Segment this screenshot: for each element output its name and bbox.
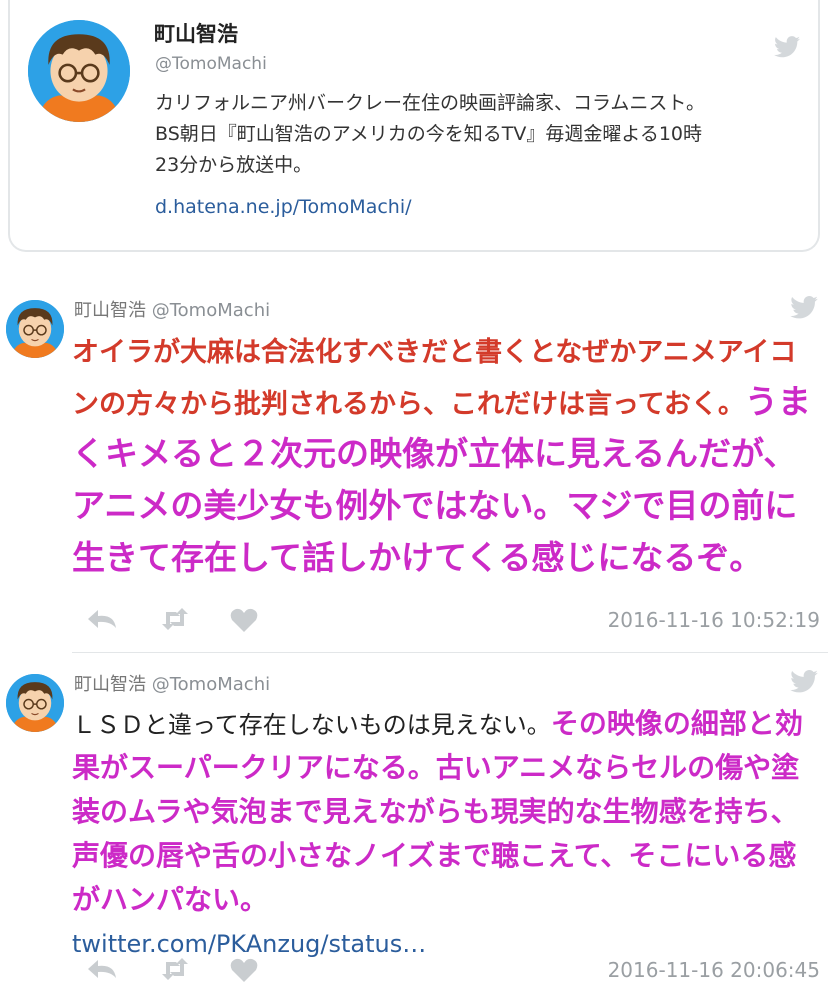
tweet-link[interactable]: twitter.com/PKAnzug/status… xyxy=(72,930,426,958)
profile-bio-line: BS朝日『町山智浩のアメリカの今を知るTV』毎週金曜よる10時 xyxy=(155,123,703,145)
tweet-author-handle: @TomoMachi xyxy=(151,674,271,695)
profile-avatar[interactable] xyxy=(28,20,130,122)
profile-card: 町山智浩 @TomoMachi カリフォルニア州バークレー在住の映画評論家、コラ… xyxy=(8,0,820,252)
twitter-bird-icon xyxy=(790,296,818,319)
avatar[interactable] xyxy=(6,300,64,358)
tweet-text: オイラが大麻は合法化すべきだと書くとなぜかアニメアイコンの方々から批判されるから… xyxy=(72,330,812,587)
tweet-text-plain: ＬＳＤと違って存在しないものは見えない。 xyxy=(72,711,551,739)
twitter-bird-icon xyxy=(790,670,818,693)
tweet-timestamp: 2016-11-16 20:06:45 xyxy=(607,958,820,982)
profile-link[interactable]: d.hatena.ne.jp/TomoMachi/ xyxy=(155,196,412,218)
tweet-author-name: 町山智浩 xyxy=(74,674,146,695)
reply-icon[interactable] xyxy=(86,608,118,634)
profile-bio: カリフォルニア州バークレー在住の映画評論家、コラムニスト。 BS朝日『町山智浩の… xyxy=(155,88,805,181)
tweet-author-name: 町山智浩 xyxy=(74,300,146,321)
profile-bio-line: 23分から放送中。 xyxy=(155,154,313,176)
divider xyxy=(72,652,828,653)
avatar[interactable] xyxy=(6,674,64,732)
retweet-icon[interactable] xyxy=(160,958,190,984)
profile-handle: @TomoMachi xyxy=(155,54,267,74)
tweet-text-red: オイラが大麻は合法化すべきだと書くとなぜかアニメアイコンの方々から批判されるから… xyxy=(72,337,797,420)
tweet-text: ＬＳＤと違って存在しないものは見えない。その映像の細部と効果がスーパークリアにな… xyxy=(72,704,812,967)
tweet-timestamp: 2016-11-16 10:52:19 xyxy=(607,608,820,632)
reply-icon[interactable] xyxy=(86,958,118,984)
tweet-header: 町山智浩 @TomoMachi xyxy=(74,670,270,696)
like-icon[interactable] xyxy=(230,958,258,986)
retweet-icon[interactable] xyxy=(160,608,190,634)
profile-name: 町山智浩 xyxy=(154,22,238,46)
tweet-author-handle: @TomoMachi xyxy=(151,300,271,321)
profile-bio-line: カリフォルニア州バークレー在住の映画評論家、コラムニスト。 xyxy=(155,92,706,114)
tweet-header: 町山智浩 @TomoMachi xyxy=(74,296,270,322)
like-icon[interactable] xyxy=(230,608,258,636)
twitter-bird-icon xyxy=(774,36,800,58)
